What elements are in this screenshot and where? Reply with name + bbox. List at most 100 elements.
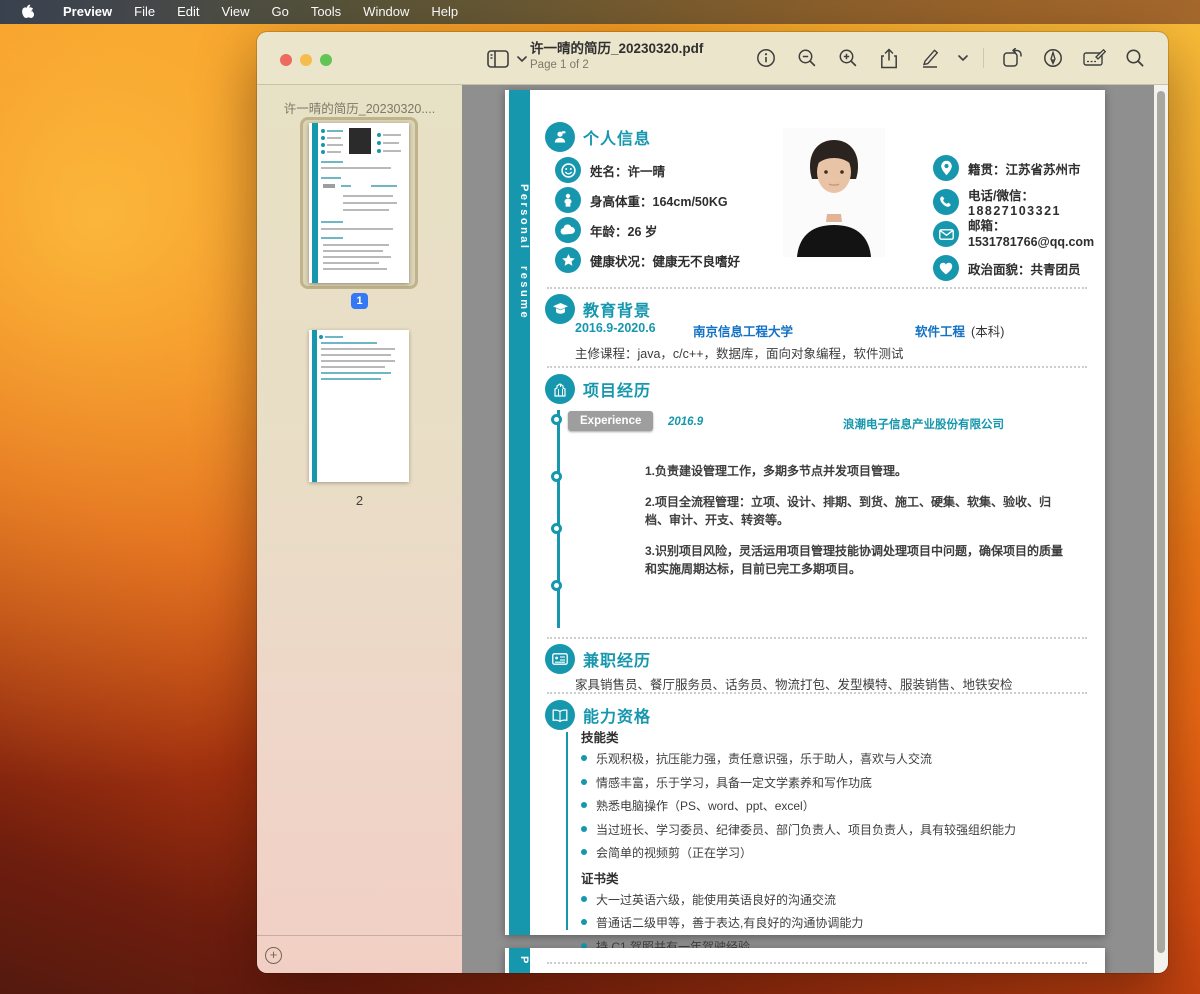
section-divider [547, 287, 1087, 289]
person-body-icon [555, 187, 581, 213]
section-divider [547, 692, 1087, 694]
page-2-thumbnail[interactable] [309, 330, 409, 482]
page-2-number-label: 2 [257, 493, 462, 508]
ability-group-skills: 技能类 [581, 727, 1061, 746]
scrollbar-thumb[interactable] [1157, 91, 1165, 953]
page-1-number-badge: 1 [257, 293, 462, 309]
resume-side-label-page2: P [509, 956, 530, 963]
pdf-page-1: Personal resume 个人信息 姓名：许一晴 身高体重：164cm/5… [505, 90, 1105, 935]
ability-item: 会简单的视频剪（正在学习） [581, 844, 1061, 861]
personal-item-politics: 政治面貌：共青团员 [933, 255, 1081, 281]
section-divider [547, 637, 1087, 639]
education-period: 2016.9-2020.6 [575, 321, 667, 340]
personal-item-health: 健康状况：健康无不良嗜好 [555, 247, 740, 273]
personal-item-hometown: 籍贯：江苏省苏州市 [933, 155, 1081, 181]
project-bullet: 1.负责建设管理工作，多期多节点并发项目管理。 [645, 462, 1070, 480]
section-divider [547, 366, 1087, 368]
document-title: 许一晴的简历_20230320.pdf [530, 41, 703, 58]
project-bullet: 3.识别项目风险，灵活运用项目管理技能协调处理项目中问题，确保项目的质量和实施周… [645, 542, 1070, 578]
abilities-rule [566, 732, 568, 930]
pdf-content-area: Personal resume 个人信息 姓名：许一晴 身高体重：164cm/5… [462, 85, 1168, 973]
timeline-node [551, 523, 562, 534]
timeline-line [557, 410, 560, 628]
smiley-face-icon [555, 157, 581, 183]
open-book-icon [545, 700, 575, 730]
sidebar-filename: 许一晴的简历_20230320.... [257, 98, 462, 117]
sidebar-chevron-icon[interactable] [517, 56, 527, 63]
location-pin-icon [933, 155, 959, 181]
share-icon[interactable] [876, 45, 902, 71]
parttime-header: 兼职经历 [545, 644, 651, 674]
personal-info-header: 个人信息 [545, 122, 651, 152]
personal-item-email: 邮箱：1531781766@qq.com [933, 218, 1110, 251]
education-major: 软件工程 [915, 321, 965, 340]
search-icon[interactable] [1122, 45, 1148, 71]
markup-pen-icon[interactable] [917, 45, 943, 71]
personal-item-name: 姓名：许一晴 [555, 157, 665, 183]
timeline-node [551, 471, 562, 482]
menu-item-file[interactable]: File [123, 0, 166, 24]
apple-icon[interactable] [20, 4, 34, 20]
experience-company: 浪潮电子信息产业股份有限公司 [843, 416, 1004, 432]
zoom-out-icon[interactable] [794, 45, 820, 71]
ability-group-certificates: 证书类 [581, 868, 1061, 887]
personal-item-height-weight: 身高体重：164cm/50KG [555, 187, 728, 213]
sidebar-footer: + [257, 935, 462, 973]
project-bullet: 2.项目全流程管理：立项、设计、排期、到货、施工、硬集、软集、验收、归档、审计、… [645, 493, 1070, 529]
page-1-thumbnail[interactable] [300, 117, 418, 289]
timeline-node [551, 580, 562, 591]
project-bullets: 1.负责建设管理工作，多期多节点并发项目管理。 2.项目全流程管理：立项、设计、… [645, 462, 1070, 591]
age-cloud-icon [555, 217, 581, 243]
id-card-icon [545, 644, 575, 674]
zoom-in-icon[interactable] [835, 45, 861, 71]
phone-icon [933, 189, 959, 215]
star-icon [555, 247, 581, 273]
timeline-node [551, 414, 562, 425]
projects-header: 项目经历 [545, 374, 651, 404]
menu-item-go[interactable]: Go [260, 0, 299, 24]
menu-item-view[interactable]: View [211, 0, 261, 24]
preview-window: 许一晴的简历_20230320.pdf Page 1 of 2 [257, 32, 1168, 973]
close-button[interactable] [280, 54, 292, 66]
fill-sign-icon[interactable] [1081, 45, 1107, 71]
resume-side-label: Personal resume [509, 102, 530, 402]
experience-date: 2016.9 [668, 416, 703, 428]
minimize-button[interactable] [300, 54, 312, 66]
rotate-icon[interactable] [999, 45, 1025, 71]
heart-icon [933, 255, 959, 281]
education-row: 2016.9-2020.6 南京信息工程大学 软件工程 (本科) [575, 321, 1075, 340]
thumbnail-sidebar: 许一晴的简历_20230320.... [257, 85, 462, 973]
graduation-cap-icon [545, 294, 575, 324]
add-icon[interactable]: + [265, 947, 282, 964]
pdf-page-2: P [505, 948, 1105, 973]
annotate-pen-icon[interactable] [1040, 45, 1066, 71]
sidebar-toggle-icon[interactable] [485, 46, 511, 72]
education-courses: 主修课程：java，c/c++，数据库，面向对象编程，软件测试 [575, 343, 904, 362]
experience-badge: Experience [568, 411, 653, 431]
menu-item-window[interactable]: Window [352, 0, 420, 24]
ability-item: 当过班长、学习委员、纪律委员、部门负责人、项目负责人，具有较强组织能力 [581, 821, 1061, 838]
section-divider [547, 962, 1087, 964]
menu-item-tools[interactable]: Tools [300, 0, 352, 24]
education-school: 南京信息工程大学 [693, 321, 793, 340]
ability-item: 熟悉电脑操作（PS、word、ppt、excel） [581, 797, 1061, 814]
personal-item-phone: 电话/微信：18827103321 [933, 185, 1105, 218]
zoom-window-button[interactable] [320, 54, 332, 66]
info-icon[interactable] [753, 45, 779, 71]
person-icon [545, 122, 575, 152]
menu-app-name[interactable]: Preview [52, 0, 123, 24]
ability-item: 大一过英语六级，能使用英语良好的沟通交流 [581, 891, 1061, 908]
page-1-thumbnail-image [309, 123, 409, 283]
scrollbar-track[interactable] [1154, 85, 1168, 973]
resume-photo [783, 128, 885, 257]
markup-chevron-icon[interactable] [958, 55, 968, 62]
window-toolbar: 许一晴的简历_20230320.pdf Page 1 of 2 [257, 32, 1168, 85]
menu-item-help[interactable]: Help [420, 0, 469, 24]
education-header: 教育背景 [545, 294, 651, 324]
menu-item-edit[interactable]: Edit [166, 0, 210, 24]
menu-bar: Preview File Edit View Go Tools Window H… [0, 0, 1200, 24]
parttime-text: 家具销售员、餐厅服务员、话务员、物流打包、发型模特、服装销售、地铁安检 [575, 674, 1013, 693]
education-degree: (本科) [971, 321, 1004, 340]
abilities-block: 技能类 乐观积极，抗压能力强，责任意识强，乐于助人，喜欢与人交流 情感丰富，乐于… [581, 724, 1061, 961]
ability-item: 乐观积极，抗压能力强，责任意识强，乐于助人，喜欢与人交流 [581, 750, 1061, 767]
